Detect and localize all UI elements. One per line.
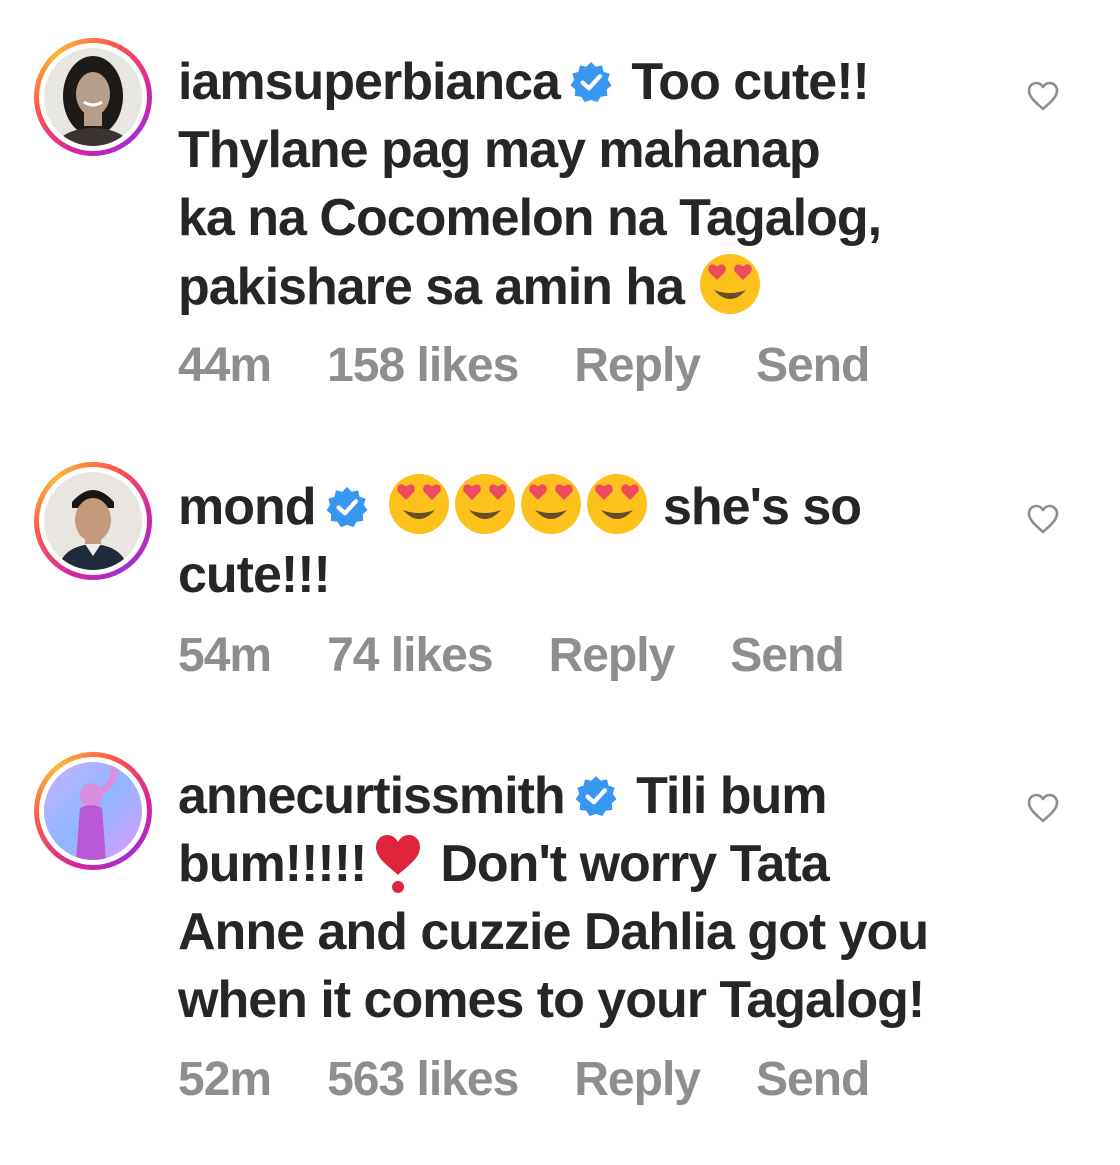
verified-badge-icon <box>570 61 612 103</box>
comment-meta: 52m 563 likes Reply Send <box>178 1052 925 1107</box>
heart-exclamation-emoji <box>370 831 426 895</box>
send-button[interactable]: Send <box>756 1053 870 1106</box>
send-button[interactable]: Send <box>730 629 844 682</box>
heart-outline-icon[interactable] <box>1026 80 1060 112</box>
comment-meta: 54m 74 likes Reply Send <box>178 628 900 683</box>
comment-line: Don't worry Tata <box>440 835 829 893</box>
reply-button[interactable]: Reply <box>574 1053 701 1106</box>
heart-outline-icon[interactable] <box>1026 503 1060 535</box>
comment-line: Anne and cuzzie Dahlia got you <box>178 903 929 961</box>
avatar <box>44 472 142 570</box>
avatar-image <box>44 762 142 860</box>
likes-count[interactable]: 563 likes <box>327 1053 519 1106</box>
comment-time: 54m <box>178 629 272 682</box>
heart-eyes-emoji <box>585 472 649 536</box>
likes-count[interactable]: 74 likes <box>327 629 493 682</box>
comment-time: 52m <box>178 1053 272 1106</box>
avatar-ring[interactable] <box>34 38 152 156</box>
comment-line: Too cute!! <box>631 53 869 111</box>
heart-eyes-emoji <box>698 252 762 316</box>
comment-text: mond she's so cute!!! <box>178 472 998 609</box>
avatar-ring[interactable] <box>34 462 152 580</box>
comment-line: she's so <box>662 478 862 536</box>
send-button[interactable]: Send <box>756 339 870 392</box>
avatar <box>44 48 142 146</box>
comment-line: ka na Cocomelon na Tagalog, <box>178 189 882 247</box>
heart-eyes-emoji <box>519 472 583 536</box>
avatar-gap <box>39 43 147 151</box>
heart-eyes-emoji <box>453 472 517 536</box>
comment-line: cute!!! <box>178 546 331 604</box>
reply-button[interactable]: Reply <box>549 629 676 682</box>
reply-button[interactable]: Reply <box>574 339 701 392</box>
username[interactable]: iamsuperbianca <box>178 53 561 111</box>
comment-meta: 44m 158 likes Reply Send <box>178 338 925 393</box>
username[interactable]: annecurtissmith <box>178 767 566 825</box>
avatar-ring[interactable] <box>34 752 152 870</box>
comment-line: Tili bum <box>636 767 827 825</box>
comment-text: iamsuperbianca Too cute!! Thylane pag ma… <box>178 48 998 321</box>
heart-eyes-emoji <box>387 472 451 536</box>
comment-line: when it comes to your Tagalog! <box>178 971 925 1029</box>
verified-badge-icon <box>575 775 617 817</box>
username[interactable]: mond <box>178 478 317 536</box>
comment-text: annecurtissmith Tili bum bum!!!!! Don't w… <box>178 762 998 1034</box>
avatar-gap <box>39 757 147 865</box>
comment-line: pakishare sa amin ha <box>178 258 685 316</box>
likes-count[interactable]: 158 likes <box>327 339 519 392</box>
avatar-gap <box>39 467 147 575</box>
avatar-image <box>44 48 142 146</box>
comment-line: Thylane pag may mahanap <box>178 121 821 179</box>
verified-badge-icon <box>326 486 368 528</box>
heart-outline-icon[interactable] <box>1026 792 1060 824</box>
comment-line: bum!!!!! <box>178 835 367 893</box>
comment-time: 44m <box>178 339 272 392</box>
avatar <box>44 762 142 860</box>
avatar-image <box>44 472 142 570</box>
